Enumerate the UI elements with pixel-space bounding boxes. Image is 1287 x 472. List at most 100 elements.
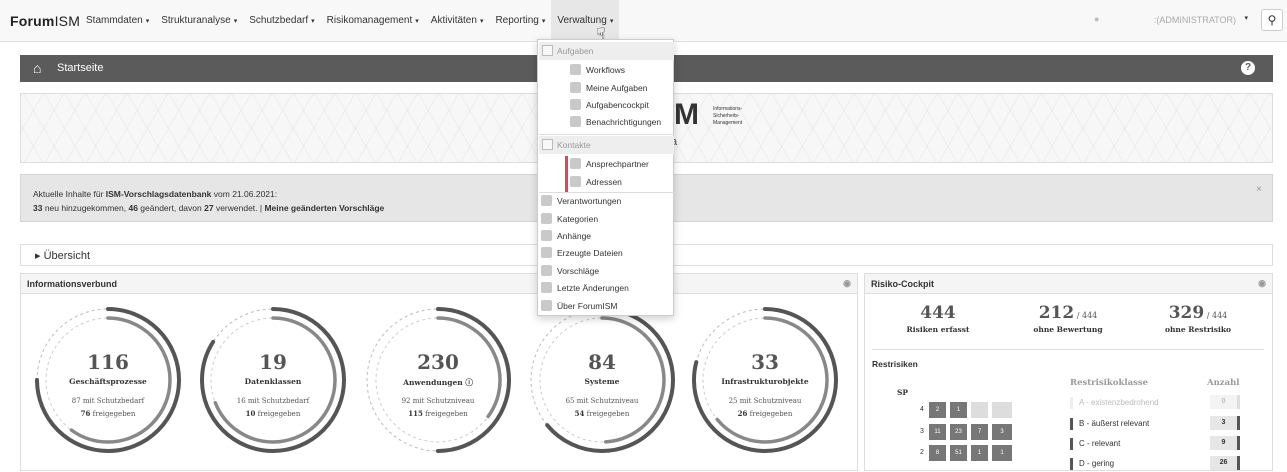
eye-icon[interactable]: ◉ (1258, 278, 1266, 289)
update-notice-line1: Aktuelle Inhalte für ISM-Vorschlagsdaten… (33, 189, 278, 199)
verwaltung-dropdown: Aufgaben Workflows Meine Aufgaben Aufgab… (537, 39, 674, 316)
column-header-restrisikoklasse: Restrisikoklasse (1070, 378, 1149, 388)
stat-label: Datenklassen (244, 377, 302, 386)
search-button[interactable]: ⚲ (1261, 9, 1283, 31)
risk-stat-ohne-restrisiko[interactable]: 329 / 444 ohne Restrisiko (1133, 303, 1263, 334)
menu-aktivitaeten[interactable]: Aktivitäten ▾ (425, 0, 490, 42)
main-menu: Stammdaten ▾ Strukturanalyse ▾ Schutzbedar… (80, 0, 620, 42)
menu-schutzbedarf[interactable]: Schutzbedarf ▾ (243, 0, 320, 42)
bell-icon (570, 116, 581, 127)
brand-logo[interactable]: ForumISM (10, 13, 80, 29)
matrix-cell[interactable]: 1 (971, 445, 988, 461)
file-icon (541, 247, 552, 258)
matrix-cell[interactable]: 11 (929, 424, 946, 440)
matrix-cell[interactable]: 51 (950, 445, 967, 461)
paperclip-icon (541, 230, 552, 241)
list-icon (542, 139, 553, 150)
stat-sub2: 54 freigegeben (574, 409, 630, 418)
stat-sub1: 25 mit Schutzniveau (728, 397, 802, 405)
page-title: Startseite (57, 62, 104, 74)
info-icon (541, 300, 552, 311)
hand-cursor-icon: ☟ (596, 26, 606, 43)
risk-stat-erfasst[interactable]: 444 Risiken erfasst (873, 303, 1003, 334)
risk-class-row[interactable]: A - existenzbedrohend 0 (1070, 395, 1240, 411)
stat-label: Infrastrukturobjekte (721, 377, 809, 386)
stat-label: ohne Restrisiko (1164, 325, 1232, 334)
stat-sub2: 26 freigegeben (737, 409, 793, 418)
group-header-aufgaben: Aufgaben (539, 42, 674, 60)
task-icon (570, 82, 581, 93)
list-icon (542, 45, 553, 56)
stat-number: 116 (87, 350, 129, 374)
address-icon (570, 176, 581, 187)
person-icon (541, 195, 552, 206)
menu-stammdaten[interactable]: Stammdaten ▾ (80, 0, 155, 42)
stat-card-infrastrukturobjekte[interactable]: 33 Infrastrukturobjekte 25 mit Schutzniv… (690, 305, 840, 455)
group-header-kontakte: Kontakte (539, 136, 674, 154)
stat-number: 212 / 444 (1038, 303, 1098, 323)
divider (539, 192, 674, 193)
stat-number: 33 (751, 350, 779, 374)
help-button[interactable]: ? (1241, 61, 1255, 75)
highlight-marker (565, 156, 568, 192)
matrix-cell[interactable]: 2 (929, 402, 946, 418)
eye-icon[interactable]: ◉ (843, 278, 851, 289)
stat-card-systeme[interactable]: 84 Systeme 65 mit Schutzniveau 54 freige… (527, 305, 677, 455)
chevron-down-icon: ▾ (1244, 15, 1248, 22)
restrisiken-heading: Restrisiken (872, 359, 918, 369)
divider (539, 134, 674, 135)
matrix-cell[interactable]: 1 (992, 445, 1012, 461)
menu-reporting[interactable]: Reporting ▾ (489, 0, 551, 42)
stat-card-geschaeftsprozesse[interactable]: 116 Geschäftsprozesse 87 mit Schutzbedar… (33, 305, 183, 455)
top-navbar: ForumISM Stammdaten ▾ Strukturanalyse ▾ Sc… (0, 0, 1287, 42)
stat-number: 329 / 444 (1168, 303, 1228, 323)
home-icon: ⌂ (33, 60, 42, 76)
cockpit-icon (570, 99, 581, 110)
folder-icon (541, 213, 552, 224)
matrix-cell[interactable]: 1 (950, 402, 967, 418)
proposal-icon (541, 265, 552, 276)
stat-number: 444 (920, 303, 956, 323)
divider (872, 349, 1264, 350)
stat-sub1: 65 mit Schutzniveau (565, 397, 639, 405)
contact-icon (570, 158, 581, 169)
matrix-row-label: 3 (920, 428, 924, 435)
user-role: :(ADMINISTRATOR) (1153, 15, 1236, 25)
matrix-cell[interactable] (992, 402, 1012, 418)
stat-label: Risiken erfasst (906, 325, 970, 334)
risk-stat-ohne-bewertung[interactable]: 212 / 444 ohne Bewertung (1003, 303, 1133, 334)
menu-verwaltung[interactable]: Verwaltung ▾ (551, 0, 620, 42)
menu-risikomanagement[interactable]: Risikomanagement ▾ (321, 0, 425, 42)
stat-label: Systeme (584, 377, 620, 386)
stat-number: 84 (588, 350, 616, 374)
risk-class-row[interactable]: C - relevant 9 (1070, 436, 1240, 452)
stat-label: ohne Bewertung (1033, 325, 1103, 334)
matrix-cell[interactable] (971, 402, 988, 418)
matrix-cell[interactable]: 23 (950, 424, 967, 440)
matrix-cell[interactable]: 7 (971, 424, 988, 440)
menu-strukturanalyse[interactable]: Strukturanalyse ▾ (155, 0, 243, 42)
ism-logo-letter: M (674, 98, 699, 131)
my-changed-proposals-link[interactable]: Meine geänderten Vorschläge (264, 203, 384, 213)
stat-card-datenklassen[interactable]: 19 Datenklassen 16 mit Schutzbedarf 10 f… (198, 305, 348, 455)
risk-class-row[interactable]: B - äußerst relevant 3 (1070, 416, 1240, 432)
stat-sub2: 115 freigegeben (408, 409, 468, 418)
stat-sub2: 10 freigegeben (245, 409, 301, 418)
column-header-anzahl: Anzahl (1207, 378, 1240, 388)
stat-sub1: 92 mit Schutzniveau (401, 397, 475, 405)
stat-card-anwendungen[interactable]: 230 Anwendungen ⓘ 92 mit Schutzniveau 11… (363, 305, 513, 455)
stat-label: Anwendungen ⓘ (403, 378, 473, 387)
stat-number: 19 (259, 350, 287, 374)
workflow-icon (570, 64, 581, 75)
risk-class-row[interactable]: D - gering 26 (1070, 456, 1240, 472)
stat-label: Geschäftsprozesse (69, 377, 147, 386)
search-icon: ⚲ (1267, 13, 1277, 27)
matrix-row-label: 2 (920, 449, 924, 456)
panel-title: Informationsverbund (27, 279, 118, 289)
ism-logo-text: Informations- Sicherheits- Management (713, 106, 743, 126)
close-icon[interactable]: × (1256, 184, 1262, 195)
user-icon: ● (1094, 14, 1100, 24)
matrix-cell[interactable]: 8 (929, 445, 946, 461)
stat-sub2: 76 freigegeben (80, 409, 136, 418)
matrix-cell[interactable]: 3 (992, 424, 1012, 440)
